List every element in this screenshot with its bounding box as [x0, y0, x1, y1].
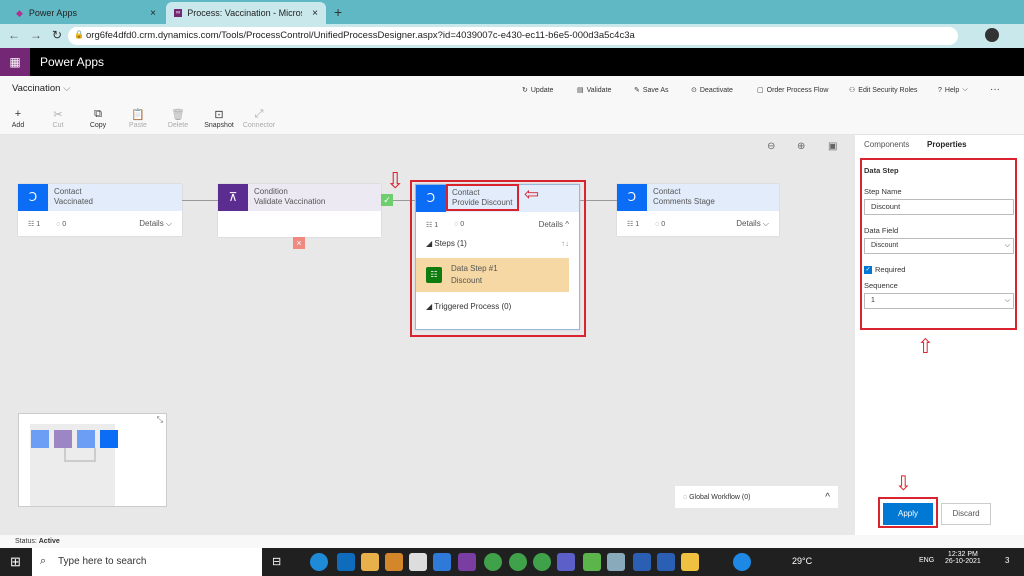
profile-icon[interactable] [985, 28, 999, 42]
onenote-icon[interactable] [458, 553, 476, 571]
connector-button[interactable]: ⤢ Connector [239, 108, 279, 129]
clock[interactable]: 12:32 PM 26-10-2021 [945, 551, 981, 565]
stage-icon: Ↄ [617, 184, 647, 211]
more-button[interactable]: ··· [990, 84, 1000, 95]
weather-text[interactable]: 29°C [792, 556, 812, 566]
chrome-icon[interactable] [509, 553, 527, 571]
calculator-icon[interactable] [409, 553, 427, 571]
word-icon[interactable] [657, 553, 675, 571]
taskbar-search-input[interactable]: Type here to search [32, 548, 262, 576]
tab-power-apps[interactable]: ◆ Power Apps × [8, 2, 164, 24]
stage-card-vaccinated[interactable]: Ↄ Contact Vaccinated ☷ 1 ◌ 0 Details ⌵ [18, 184, 182, 236]
mail-icon[interactable] [361, 553, 379, 571]
minimap[interactable]: ⤡ [18, 413, 167, 507]
notification-app-icon[interactable] [385, 553, 403, 571]
global-workflow-panel[interactable]: ◌ Global Workflow (0) ^ [675, 486, 838, 508]
help-icon: ? [938, 86, 942, 94]
edge-icon[interactable] [310, 553, 328, 571]
minimap-toggle-icon[interactable]: ⤡ [157, 415, 163, 425]
edit-security-roles-button[interactable]: ⚇ Edit Security Roles [849, 86, 917, 95]
tab-properties[interactable]: Properties [927, 140, 967, 149]
back-icon[interactable]: ← [8, 28, 20, 42]
app-icon[interactable] [583, 553, 601, 571]
condition-true-check-icon[interactable]: ✓ [381, 194, 393, 206]
people-icon[interactable] [433, 553, 451, 571]
save-as-button[interactable]: ✎ Save As [634, 86, 669, 95]
chrome-icon[interactable] [484, 553, 502, 571]
update-button[interactable]: ↻ Update [522, 86, 553, 95]
new-tab-button[interactable]: + [334, 4, 342, 20]
annotation-arrow-down-icon: ⇩ [895, 473, 912, 495]
search-icon: ⌕ [40, 555, 47, 567]
security-roles-icon: ⚇ [849, 87, 856, 94]
validate-button[interactable]: ▤ Validate [577, 86, 611, 95]
language-indicator[interactable]: ENG [919, 557, 934, 564]
zoom-in-icon[interactable]: ⊕ [797, 141, 805, 152]
order-process-flow-button[interactable]: ▢ Order Process Flow [757, 86, 828, 95]
zoom-out-icon[interactable]: ⊖ [767, 141, 775, 152]
connector-line [182, 200, 218, 201]
snapshot-button[interactable]: ⊡ Snapshot [199, 108, 239, 129]
fit-screen-icon[interactable]: ▣ [828, 141, 837, 152]
tab-process[interactable]: ∞Process: Vaccination - Microsoft D× [166, 2, 326, 24]
save-as-icon: ✎ [634, 87, 640, 94]
chevron-up-icon[interactable]: ^ [825, 492, 830, 503]
stage-icon: Ↄ [18, 184, 48, 211]
discard-button[interactable]: Discard [941, 503, 991, 525]
cut-button[interactable]: ✂ Cut [38, 108, 78, 129]
browser-tab-bar: ◆ Power Apps × ∞ Process: Vaccination - Mic… [0, 0, 1024, 24]
annotation-arrow-down-icon: ⇩ [386, 168, 405, 193]
highlight-box [446, 184, 519, 211]
add-button[interactable]: + Add [0, 108, 38, 129]
highlight-box [878, 497, 938, 528]
app-icon[interactable] [607, 553, 625, 571]
condition-icon: ⊼ [218, 184, 248, 211]
help-button[interactable]: ? Help ⌵ [938, 86, 968, 94]
reload-icon[interactable]: ↻ [52, 28, 62, 42]
url-input[interactable]: org6fe4dfd0.crm.dynamics.com/Tools/Proce… [68, 27, 958, 45]
details-toggle[interactable]: Details ⌵ [736, 219, 769, 229]
tab-components[interactable]: Components [864, 140, 909, 149]
forward-icon[interactable]: → [30, 28, 42, 42]
file-explorer-icon[interactable] [681, 553, 699, 571]
app-title: Power Apps [40, 55, 105, 69]
app-launcher-icon[interactable]: ▦ [0, 48, 30, 76]
condition-card[interactable]: ⊼ Condition Validate Vaccination [218, 184, 381, 237]
condition-false-x-icon[interactable]: × [293, 237, 305, 249]
annotation-arrow-left-icon: ⇦ [524, 184, 540, 204]
status-bar: Status: Active [0, 535, 1024, 548]
triggers-count: ◌ 0 [56, 220, 67, 228]
delete-button[interactable]: 🗑 Delete [158, 108, 198, 129]
steps-count: ☷ 1 [627, 221, 640, 228]
stage-card-comments[interactable]: Ↄ Contact Comments Stage ☷ 1 ◌ 0 Details ⌵ [617, 184, 779, 236]
validate-icon: ▤ [577, 87, 584, 94]
app-header: Power Apps [0, 48, 1024, 76]
close-icon[interactable]: × [150, 8, 156, 19]
help-app-icon[interactable] [733, 553, 751, 571]
windows-start-icon[interactable]: ⊞ [10, 554, 21, 570]
process-name-dropdown[interactable]: Vaccination ⌵ [12, 83, 70, 94]
lock-icon: 🔒 [74, 30, 84, 39]
copy-button[interactable]: ⧉ Copy [78, 108, 118, 129]
close-icon[interactable]: × [312, 8, 318, 19]
chrome-icon[interactable] [533, 553, 551, 571]
update-icon: ↻ [522, 87, 528, 94]
details-toggle[interactable]: Details ⌵ [139, 219, 172, 229]
paste-button[interactable]: 📋 Paste [118, 108, 158, 129]
outlook-icon[interactable] [337, 553, 355, 571]
word-icon[interactable] [633, 553, 651, 571]
triggers-count: ◌ 0 [655, 220, 666, 228]
order-icon: ▢ [757, 87, 764, 94]
annotation-arrow-up-icon: ⇧ [917, 336, 934, 358]
task-view-icon[interactable]: ⊟ [272, 555, 281, 568]
teams-icon[interactable] [557, 553, 575, 571]
deactivate-icon: ⊙ [691, 87, 697, 94]
highlight-box [860, 158, 1017, 330]
deactivate-button[interactable]: ⊙ Deactivate [691, 86, 733, 95]
steps-count: ☷ 1 [28, 221, 41, 228]
notification-badge[interactable]: 3 [1005, 556, 1009, 565]
